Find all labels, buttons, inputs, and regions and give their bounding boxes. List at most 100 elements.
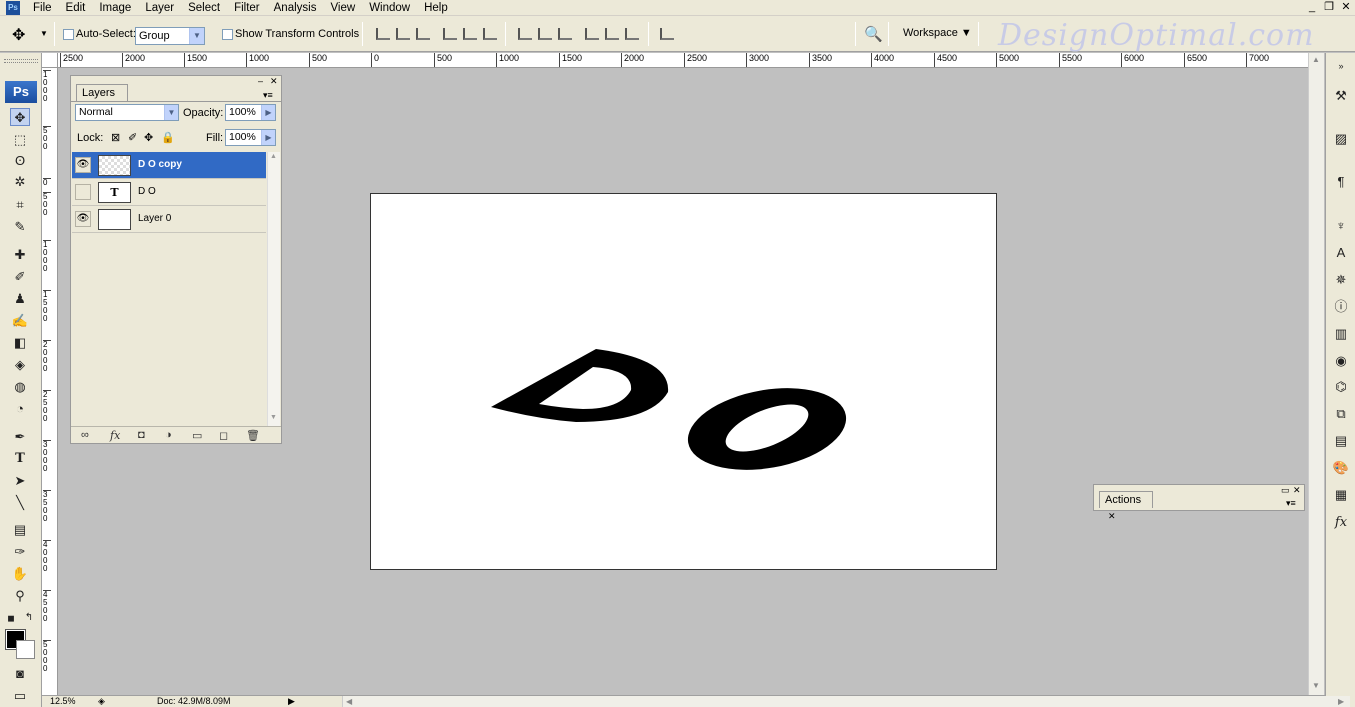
adjustment-layer-icon[interactable]: ◑: [165, 429, 172, 441]
menu-window[interactable]: Window: [362, 0, 417, 16]
hand-tool-icon[interactable]: ✋: [10, 565, 30, 583]
show-transform-checkbox[interactable]: [222, 29, 233, 40]
auto-select-dropdown[interactable]: Group ▼: [135, 27, 205, 45]
panel-menu-icon[interactable]: ▾≡: [263, 90, 273, 101]
panel-close-icon[interactable]: ✕: [270, 76, 278, 87]
layer-name[interactable]: D O: [138, 186, 156, 197]
dodge-tool-icon[interactable]: ◔: [10, 400, 30, 418]
restore-button[interactable]: ❐: [1320, 0, 1338, 15]
link-layers-icon[interactable]: ∞: [81, 429, 89, 441]
distribute-bottom-icon[interactable]: [558, 28, 572, 40]
menu-layer[interactable]: Layer: [138, 0, 181, 16]
close-button[interactable]: ✕: [1337, 0, 1355, 15]
swatches-icon[interactable]: 🎨: [1330, 457, 1352, 479]
auto-align-layers-icon[interactable]: [660, 28, 674, 40]
layers-scrollbar[interactable]: ▲ ▼: [267, 152, 280, 426]
clone-stamp-tool-icon[interactable]: ♟: [10, 290, 30, 308]
history-icon[interactable]: ⧉: [1330, 403, 1352, 425]
scroll-up-icon[interactable]: ▲: [1312, 55, 1320, 64]
ps-badge[interactable]: Ps: [5, 81, 37, 103]
layer-row-d-o[interactable]: T D O: [72, 179, 266, 206]
default-colors-icon[interactable]: ◼: [4, 609, 18, 627]
zoom-tool-icon[interactable]: ⚲: [10, 587, 30, 605]
eraser-tool-icon[interactable]: ◧: [10, 334, 30, 352]
eyedropper-tool-icon[interactable]: ✑: [10, 543, 30, 561]
panel-menu-icon[interactable]: ▾≡: [1286, 498, 1296, 509]
menu-analysis[interactable]: Analysis: [267, 0, 324, 16]
lasso-tool-icon[interactable]: ʘ: [10, 152, 30, 170]
align-top-icon[interactable]: [376, 28, 390, 40]
styles-icon[interactable]: fx: [1330, 512, 1352, 534]
opacity-input[interactable]: 100% ▶: [225, 104, 276, 121]
ruler-origin[interactable]: [42, 53, 58, 68]
visibility-eye-icon[interactable]: [75, 184, 91, 200]
tab-layers[interactable]: Layers ✕: [76, 84, 128, 114]
paragraph-icon[interactable]: ¶: [1330, 171, 1352, 193]
type-tool-icon[interactable]: T: [10, 450, 30, 468]
minimize-button[interactable]: _: [1303, 0, 1321, 15]
layer-comps-icon[interactable]: ▤: [1330, 430, 1352, 452]
panel-close-icon[interactable]: ✕: [1293, 485, 1301, 496]
swap-colors-icon[interactable]: ↰: [22, 609, 36, 627]
slice-tool-icon[interactable]: ✎: [10, 218, 30, 236]
info-icon[interactable]: ⓘ: [1330, 296, 1352, 318]
menu-view[interactable]: View: [323, 0, 362, 16]
distribute-horizontal-center-icon[interactable]: [605, 28, 619, 40]
lock-image-icon[interactable]: ✐: [128, 131, 137, 144]
screen-mode-icon[interactable]: ▭: [10, 687, 30, 705]
menu-image[interactable]: Image: [92, 0, 138, 16]
move-tool-icon[interactable]: ✥: [10, 108, 30, 126]
horizontal-scrollbar[interactable]: ◀ ▶: [342, 696, 1350, 707]
status-info-icon[interactable]: ◈: [98, 696, 105, 707]
healing-brush-tool-icon[interactable]: ✚: [10, 246, 30, 264]
paths-icon[interactable]: ⌬: [1330, 376, 1352, 398]
quick-mask-icon[interactable]: ◙: [10, 665, 30, 683]
panel-minimize-icon[interactable]: –: [258, 76, 263, 86]
notes-tool-icon[interactable]: ▤: [10, 521, 30, 539]
align-left-icon[interactable]: [443, 28, 457, 40]
bridge-icon[interactable]: 🔍: [864, 25, 883, 43]
brush-tool-icon[interactable]: ✐: [10, 268, 30, 286]
lock-transparent-icon[interactable]: ⊠: [111, 131, 120, 144]
workspace-menu[interactable]: Workspace ▼: [903, 27, 972, 39]
ruler-horizontal[interactable]: 2500 2000 1500 1000 500 0 500 1000 1500 …: [58, 53, 1308, 68]
line-tool-icon[interactable]: ╲: [10, 494, 30, 512]
move-tool-preset-icon[interactable]: ✥: [12, 25, 25, 45]
layer-mask-icon[interactable]: ◘: [138, 429, 145, 441]
layer-row-layer-0[interactable]: 👁 Layer 0: [72, 206, 266, 233]
navigator-icon[interactable]: ▨: [1330, 128, 1352, 150]
crop-tool-icon[interactable]: ⌗: [10, 196, 30, 214]
dock-collapse-icon[interactable]: »: [1330, 55, 1352, 77]
paint-bucket-tool-icon[interactable]: ◈: [10, 356, 30, 374]
magic-wand-tool-icon[interactable]: ✲: [10, 173, 30, 191]
new-layer-icon[interactable]: ◻: [219, 429, 228, 442]
preset-dropdown-icon[interactable]: ▼: [40, 29, 48, 38]
brushes-icon[interactable]: ♆: [1330, 215, 1352, 237]
lock-position-icon[interactable]: ✥: [144, 131, 153, 144]
new-group-icon[interactable]: ▭: [192, 429, 202, 442]
navigator-compass-icon[interactable]: ✵: [1330, 269, 1352, 291]
auto-select-checkbox[interactable]: [63, 29, 74, 40]
lock-all-icon[interactable]: 🔒: [161, 131, 175, 144]
distribute-left-icon[interactable]: [585, 28, 599, 40]
align-right-icon[interactable]: [483, 28, 497, 40]
scroll-down-icon[interactable]: ▼: [1312, 681, 1320, 690]
layer-name[interactable]: Layer 0: [138, 213, 171, 224]
menu-file[interactable]: File: [26, 0, 59, 16]
document-canvas[interactable]: [370, 193, 997, 570]
layer-name[interactable]: D O copy: [138, 159, 182, 170]
tab-close-icon[interactable]: ✕: [1108, 511, 1116, 521]
fill-input[interactable]: 100% ▶: [225, 129, 276, 146]
scroll-left-icon[interactable]: ◀: [346, 696, 352, 707]
history-brush-tool-icon[interactable]: ✍: [10, 312, 30, 330]
distribute-vertical-center-icon[interactable]: [538, 28, 552, 40]
visibility-eye-icon[interactable]: 👁: [75, 211, 91, 227]
visibility-eye-icon[interactable]: 👁: [75, 157, 91, 173]
vertical-scrollbar[interactable]: ▲ ▼: [1308, 53, 1324, 695]
blend-mode-dropdown[interactable]: Normal ▼: [75, 104, 179, 121]
panel-minimize-icon[interactable]: ▭: [1281, 485, 1290, 496]
menu-select[interactable]: Select: [181, 0, 227, 16]
blur-tool-icon[interactable]: ◍: [10, 378, 30, 396]
zoom-level[interactable]: 12.5%: [50, 696, 76, 707]
scroll-up-icon[interactable]: ▲: [270, 153, 277, 160]
